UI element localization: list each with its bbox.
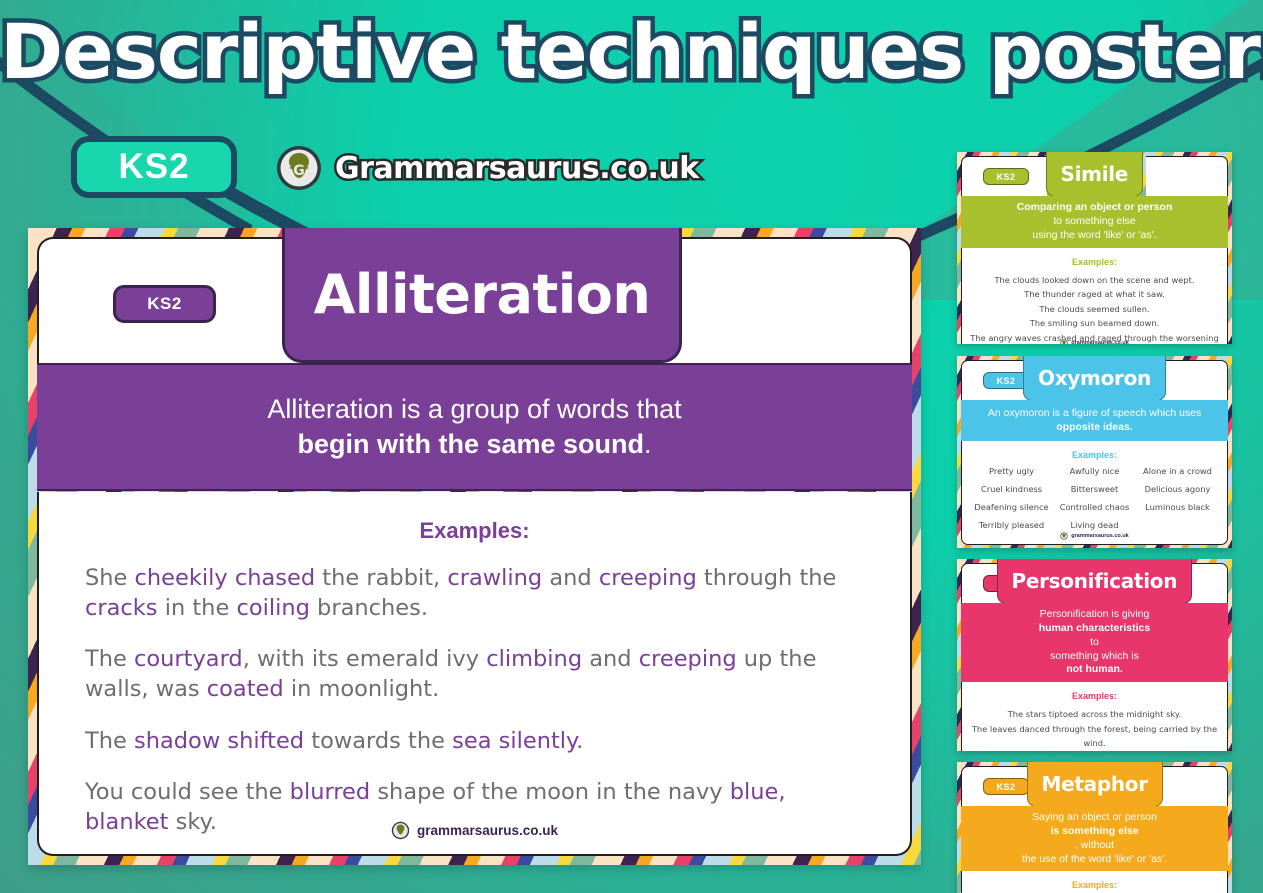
thumbnail-example-cell: Pretty ugly (989, 466, 1034, 476)
thumbnail-examples-heading: Examples: (1071, 450, 1118, 460)
thumbnail-example-line: The smiling sun beamed down. (1029, 318, 1160, 329)
example-line: She cheekily chased the rabbit, crawling… (85, 565, 837, 621)
page-title: Descriptive techniques posters (0, 7, 1263, 96)
grammarsaurus-logo-icon: G (277, 146, 321, 190)
thumbnail-definition: Personification is giving human characte… (961, 603, 1228, 683)
thumbnail-example-line: The thunder raged at what it saw. (1024, 289, 1165, 300)
thumbnail-card-metaphor[interactable]: KS2 Metaphor Saying an object or person is… (957, 762, 1232, 893)
thumbnail-example-cell: Living dead (1070, 520, 1119, 530)
thumbnail-example-cell: Alone in a crowd (1143, 466, 1212, 476)
thumbnail-example-line: The clouds looked down on the scene and … (994, 274, 1195, 285)
thumbnail-example-cell: Awfully nice (1069, 466, 1120, 476)
grammarsaurus-logo-icon (391, 821, 410, 840)
thumbnail-example-line: The leaves danced through the forest, be… (971, 723, 1218, 749)
thumbnail-title: Metaphor (1041, 772, 1149, 796)
thumbnail-key-stage-badge: KS2 (983, 778, 1029, 795)
thumbnail-title: Simile (1060, 162, 1129, 186)
grammarsaurus-logo-icon (1060, 532, 1068, 540)
poster-footer-text: grammarsaurus.co.uk (416, 823, 559, 838)
thumbnail-card-oxymoron[interactable]: KS2 Oxymoron An oxymoron is a figure of sp… (957, 356, 1232, 548)
thumbnail-body: Examples: The stars tiptoed across the mi… (961, 682, 1228, 751)
thumbnail-examples-heading: Examples: (1071, 880, 1118, 891)
example-line: The shadow shifted towards the sea silen… (85, 727, 584, 754)
poster-footer: grammarsaurus.co.uk (39, 821, 910, 840)
definition-emphasis: begin with the same sound (297, 429, 644, 459)
poster-header-row: KS2 Alliteration (37, 228, 912, 364)
key-stage-badge: KS2 (71, 136, 237, 198)
thumbnail-definition: Comparing an object or person to somethi… (961, 196, 1228, 248)
thumbnail-title: Oxymoron (1038, 366, 1151, 390)
thumbnail-title-tab: Simile (1045, 152, 1144, 197)
thumbnail-body: Examples: The clouds looked down on the s… (961, 247, 1228, 344)
thumbnail-example-cell: Controlled chaos (1059, 502, 1130, 512)
thumbnail-footer-text: grammarsaurus.co.uk (1071, 533, 1129, 539)
thumbnail-examples-heading: Examples: (1071, 691, 1118, 702)
poster-examples-list: She cheekily chased the rabbit, crawling… (85, 564, 864, 838)
thumbnail-footer-text: grammarsaurus.co.uk (1071, 339, 1129, 344)
thumbnail-header-right-panel (1146, 156, 1228, 197)
thumbnail-body: Examples: Pretty ugly Awfully nice Alone in… (961, 441, 1228, 545)
definition-line-1: Alliteration is a group of words that (267, 393, 682, 424)
thumbnail-example-cell: Luminous black (1145, 502, 1210, 512)
thumbnail-example-cell: Bittersweet (1070, 484, 1119, 494)
definition-tail: . (644, 429, 652, 459)
thumbnail-header: KS2 Oxymoron (961, 356, 1228, 401)
thumbnail-header: KS2 Simile (961, 152, 1228, 197)
poster-key-stage-badge: KS2 (113, 285, 216, 323)
main-poster[interactable]: KS2 Alliteration Alliteration is a group… (28, 228, 921, 865)
thumbnail-example-cell: Cruel kindness (980, 484, 1043, 494)
poster-header-right-panel (650, 237, 912, 364)
poster-title-tab: Alliteration (282, 228, 682, 363)
thumbnail-key-stage-badge: KS2 (983, 168, 1029, 185)
poster-examples-body: Examples: She cheekily chased the rabbit… (37, 492, 912, 856)
poster-definition: Alliteration is a group of words that be… (37, 363, 912, 491)
thumbnail-example-line: The stars tiptoed across the midnight sk… (1007, 709, 1182, 720)
thumbnail-card-personification[interactable]: KS2PersonificationPersonification is giv… (957, 559, 1232, 751)
thumbnail-example-line: The clouds seemed sullen. (1039, 303, 1150, 314)
thumbnail-definition: An oxymoron is a figure of speech which … (961, 400, 1228, 441)
grammarsaurus-logo-icon (1060, 338, 1068, 344)
brand-lockup: G Grammarsaurus.co.uk (275, 144, 702, 192)
thumbnail-example-cell: Deafening silence (974, 502, 1049, 512)
svg-text:G: G (293, 163, 305, 179)
thumbnail-title-tab: Metaphor (1026, 762, 1163, 807)
thumbnail-footer: grammarsaurus.co.uk (962, 338, 1227, 344)
thumbnail-footer: grammarsaurus.co.uk (962, 532, 1227, 540)
brand-name: Grammarsaurus.co.uk (333, 148, 702, 188)
thumbnail-header: KS2 Metaphor (961, 762, 1228, 807)
thumbnail-example-cell: Terribly pleased (978, 520, 1045, 530)
thumbnail-title-tab: Personification (996, 559, 1193, 604)
thumbnail-examples-heading: Examples: (1071, 256, 1118, 267)
thumbnail-body: Examples:The man's eyes were fireflies.T… (961, 871, 1228, 893)
thumbnail-examples-grid: Pretty ugly Awfully nice Alone in a crowd C… (970, 466, 1219, 530)
examples-heading: Examples: (419, 518, 530, 543)
thumbnail-example-cell: Delicious agony (1144, 484, 1211, 494)
poster-page: Descriptive techniques posters KS2 G Gra… (0, 0, 1263, 893)
thumbnail-title-tab: Oxymoron (1023, 356, 1166, 401)
poster-title: Alliteration (313, 262, 651, 326)
thumbnail-header: KS2Personification (961, 559, 1228, 604)
thumbnail-card-simile[interactable]: KS2 Simile Comparing an object or person t… (957, 152, 1232, 344)
definition-line-2: begin with the same sound. (297, 427, 651, 462)
thumbnail-definition: Saying an object or person is something … (961, 806, 1228, 872)
thumbnail-example-cell (1136, 520, 1219, 530)
example-line: The courtyard, with its emerald ivy clim… (85, 646, 817, 703)
thumbnail-title: Personification (1011, 569, 1178, 593)
